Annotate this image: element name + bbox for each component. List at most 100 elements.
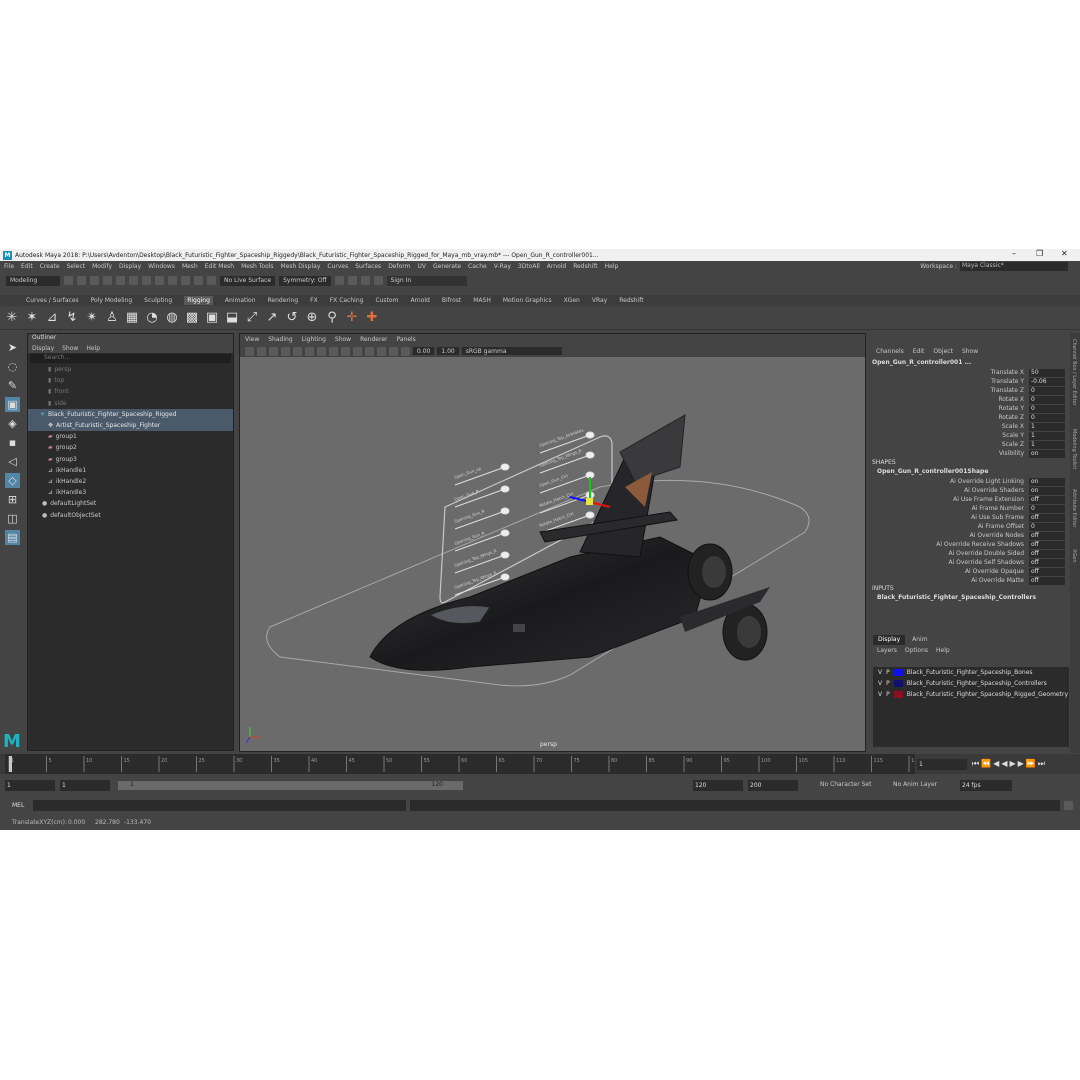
grid-icon[interactable]: [293, 346, 302, 356]
render-settings-icon[interactable]: [360, 276, 370, 285]
locator-tool-icon[interactable]: ⤢: [244, 310, 260, 326]
manipulator-center-handle[interactable]: [586, 498, 593, 505]
channel-box-menu-channels[interactable]: Channels: [876, 348, 904, 355]
shelf-tab-xgen[interactable]: XGen: [564, 297, 580, 304]
range-bar[interactable]: 1 120: [118, 781, 463, 790]
film-gate-icon[interactable]: [305, 346, 314, 356]
new-scene-icon[interactable]: [64, 276, 73, 285]
time-slider[interactable]: 1 5 10 15 20 25 30 35 40 45 50 55 60 65 70 75 80 85 90 95 10…: [0, 754, 1080, 774]
shelf-tab-arnold[interactable]: Arnold: [410, 297, 429, 304]
layer-color-swatch[interactable]: [893, 691, 903, 698]
menu-edit[interactable]: Edit: [21, 263, 33, 270]
channel-value[interactable]: on: [1029, 449, 1065, 458]
side-tab-channel-box[interactable]: Channel Box / Layer Editor: [1071, 339, 1077, 406]
layer-row[interactable]: V P Black_Futuristic_Fighter_Spaceship_Rig…: [873, 689, 1069, 700]
menu-help[interactable]: Help: [605, 263, 619, 270]
shelf-tab-custom[interactable]: Custom: [375, 297, 398, 304]
shelf-tab-bifrost[interactable]: Bifrost: [442, 297, 461, 304]
current-time-indicator[interactable]: [9, 756, 12, 772]
ik-handle-tool-icon[interactable]: ⊿: [44, 310, 60, 326]
channel-value[interactable]: 50: [1029, 368, 1065, 377]
controller-slider-knob[interactable]: [500, 573, 510, 581]
channel-value[interactable]: 1: [1029, 440, 1065, 449]
select-hierarchy-icon[interactable]: [129, 276, 138, 285]
menu-set-dropdown[interactable]: Modeling: [6, 275, 60, 286]
shape-attribute-row[interactable]: Ai Override Opaque off: [869, 567, 1069, 576]
channel-row[interactable]: Scale Z 1: [869, 440, 1069, 449]
bookmark-icon[interactable]: [269, 346, 278, 356]
menu-deform[interactable]: Deform: [388, 263, 410, 270]
menu-mesh-tools[interactable]: Mesh Tools: [241, 263, 273, 270]
menu-redshift[interactable]: Redshift: [573, 263, 597, 270]
layer-playback-toggle[interactable]: P: [886, 680, 890, 687]
point-constraint-icon[interactable]: ⊕: [304, 310, 320, 326]
single-perspective-layout-icon[interactable]: ◇: [5, 473, 20, 488]
channel-value[interactable]: 0: [1029, 413, 1065, 422]
controller-slider-knob[interactable]: [500, 463, 510, 471]
open-scene-icon[interactable]: [77, 276, 86, 285]
shelf-tab-redshift[interactable]: Redshift: [619, 297, 643, 304]
channel-value[interactable]: -0.06: [1029, 377, 1065, 386]
spaceship-hull[interactable]: [369, 536, 711, 671]
channel-row[interactable]: Translate Y -0.06: [869, 377, 1069, 386]
menu-cache[interactable]: Cache: [468, 263, 487, 270]
channel-value[interactable]: 0: [1029, 395, 1065, 404]
channel-row[interactable]: Rotate Y 0: [869, 404, 1069, 413]
isolate-select-icon[interactable]: [389, 346, 398, 356]
four-view-layout-icon[interactable]: ⊞: [5, 492, 20, 507]
layer-menu-options[interactable]: Options: [905, 647, 928, 654]
channel-row[interactable]: Translate Z 0: [869, 386, 1069, 395]
end-time-field[interactable]: 200: [748, 780, 798, 791]
shape-attribute-value[interactable]: on: [1029, 477, 1065, 486]
channel-box-menu-show[interactable]: Show: [962, 348, 978, 355]
viewport-scene[interactable]: Open_Gun_upOpen_Gun_ROpening_Gun_ROpenin…: [240, 357, 866, 752]
channel-row[interactable]: Rotate X 0: [869, 395, 1069, 404]
shape-attribute-value[interactable]: 0: [1029, 522, 1065, 531]
minimize-button[interactable]: –: [1012, 249, 1016, 258]
layer-visibility-toggle[interactable]: V: [878, 691, 882, 698]
aim-constraint-icon[interactable]: ↗: [264, 310, 280, 326]
freeze-transform-icon[interactable]: ✛: [344, 310, 360, 326]
two-view-layout-icon[interactable]: ◫: [5, 511, 20, 526]
fps-dropdown[interactable]: 24 fps: [960, 780, 1012, 791]
menu-curves[interactable]: Curves: [327, 263, 348, 270]
character-set-dropdown[interactable]: No Character Set: [820, 781, 871, 788]
menu-mesh[interactable]: Mesh: [182, 263, 198, 270]
viewport-menu-view[interactable]: View: [245, 336, 259, 343]
menu-select[interactable]: Select: [67, 263, 86, 270]
side-tab-xgen[interactable]: XGen: [1071, 549, 1077, 563]
layer-color-swatch[interactable]: [893, 680, 903, 687]
shape-attribute-value[interactable]: on: [1029, 486, 1065, 495]
outliner-menu-display[interactable]: Display: [32, 345, 54, 352]
menu-modify[interactable]: Modify: [92, 263, 112, 270]
outliner-item[interactable]: ▰ group1: [28, 431, 233, 442]
resolution-gate-icon[interactable]: [317, 346, 326, 356]
menu-edit-mesh[interactable]: Edit Mesh: [205, 263, 234, 270]
select-object-icon[interactable]: [142, 276, 151, 285]
outliner-search-input[interactable]: Search...: [30, 354, 231, 363]
center-pivot-icon[interactable]: ✚: [364, 310, 380, 326]
sign-in-button[interactable]: Sign In: [386, 275, 467, 286]
insert-joint-icon[interactable]: ✶: [24, 310, 40, 326]
side-tab-attribute-editor[interactable]: Attribute Editor: [1071, 489, 1077, 527]
shape-attribute-row[interactable]: Ai Override Shaders on: [869, 486, 1069, 495]
color-space-dropdown[interactable]: sRGB gamma: [461, 347, 562, 355]
shape-attribute-row[interactable]: Ai Use Sub Frame off: [869, 513, 1069, 522]
paint-weights-icon[interactable]: ◍: [164, 310, 180, 326]
hypershade-icon[interactable]: [373, 276, 383, 285]
ipr-render-icon[interactable]: [347, 276, 357, 285]
viewport-menu-show[interactable]: Show: [335, 336, 351, 343]
symmetry-dropdown[interactable]: Symmetry: Off: [279, 275, 331, 286]
close-button[interactable]: ✕: [1061, 249, 1068, 258]
image-plane-icon[interactable]: [281, 346, 290, 356]
command-input[interactable]: [33, 800, 406, 811]
shelf-tab-rigging[interactable]: Rigging: [184, 296, 213, 305]
channel-value[interactable]: 0: [1029, 404, 1065, 413]
channel-box-menu-object[interactable]: Object: [933, 348, 953, 355]
controller-slider-knob[interactable]: [585, 511, 595, 519]
human-ik-icon[interactable]: ♙: [104, 310, 120, 326]
shape-attribute-row[interactable]: Ai Override Light Linking on: [869, 477, 1069, 486]
parent-constraint-icon[interactable]: ⚲: [324, 310, 340, 326]
workspace-dropdown[interactable]: Maya Classic*: [960, 262, 1068, 271]
menu-surfaces[interactable]: Surfaces: [355, 263, 381, 270]
